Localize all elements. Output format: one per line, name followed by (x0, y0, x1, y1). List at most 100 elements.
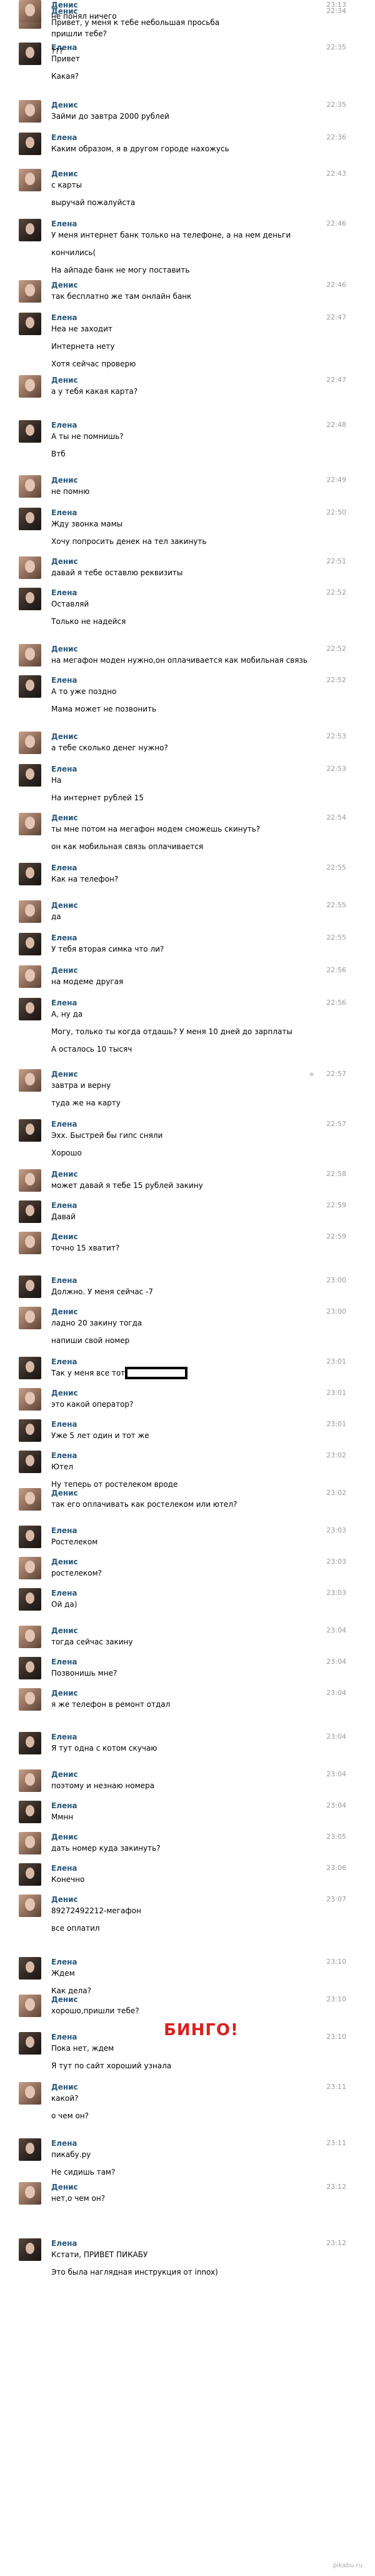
message-time[interactable]: 23:02 (326, 1451, 346, 1461)
message-time[interactable]: 22:47 (326, 375, 346, 385)
message-time[interactable]: 23:11 (326, 2082, 346, 2092)
avatar[interactable] (19, 1451, 41, 1473)
message-time[interactable]: 22:59 (326, 1200, 346, 1210)
message-time[interactable]: 22:46 (326, 280, 346, 290)
message-time[interactable]: 23:12 (326, 2238, 346, 2248)
avatar[interactable] (19, 1588, 41, 1611)
avatar[interactable] (19, 1119, 41, 1142)
avatar[interactable] (19, 508, 41, 530)
message-author[interactable]: Денис (51, 1832, 78, 1842)
message-author[interactable]: Денис (51, 1232, 78, 1242)
avatar[interactable] (19, 2032, 41, 2055)
message-time[interactable]: 22:50 (326, 508, 346, 518)
message-time[interactable]: 22:54 (326, 813, 346, 823)
avatar[interactable] (19, 675, 41, 698)
message-time[interactable]: 23:00 (326, 1275, 346, 1285)
message-author[interactable]: Елена (51, 1957, 78, 1967)
message-time[interactable]: 22:35 (326, 100, 346, 110)
message-author[interactable]: Елена (51, 1588, 78, 1598)
avatar[interactable] (19, 375, 41, 398)
message-time[interactable]: 23:03 (326, 1588, 346, 1598)
avatar[interactable] (19, 1801, 41, 1823)
message-author[interactable]: Елена (51, 2138, 78, 2148)
avatar[interactable] (19, 219, 41, 241)
avatar[interactable] (19, 1863, 41, 1886)
avatar[interactable] (19, 1232, 41, 1254)
avatar[interactable] (19, 933, 41, 955)
message-author[interactable]: Денис (51, 2182, 78, 2192)
message-time[interactable]: 23:10 (326, 1957, 346, 1967)
avatar[interactable] (19, 813, 41, 835)
message-author[interactable]: Денис (51, 556, 78, 566)
message-time[interactable]: 23:00 (326, 1307, 346, 1317)
message-time[interactable]: 22:55 (326, 933, 346, 943)
message-time[interactable]: 23:01 (326, 1419, 346, 1429)
avatar[interactable] (19, 1957, 41, 1980)
message-time[interactable]: 23:10 (326, 1995, 346, 2005)
message-time[interactable]: 22:55 (326, 863, 346, 873)
message-author[interactable]: Елена (51, 2238, 78, 2248)
avatar[interactable] (19, 863, 41, 885)
message-time[interactable]: 23:01 (326, 1388, 346, 1398)
avatar[interactable] (19, 313, 41, 335)
message-time[interactable]: 22:36 (326, 133, 346, 143)
star-icon[interactable]: ★ (308, 1069, 315, 1079)
message-author[interactable]: Денис (51, 1307, 78, 1317)
avatar[interactable] (19, 1769, 41, 1792)
message-time[interactable]: 22:52 (326, 588, 346, 598)
message-time[interactable]: 23:13 (326, 0, 346, 10)
message-author[interactable]: Денис (51, 900, 78, 910)
avatar[interactable] (19, 764, 41, 787)
message-time[interactable]: 23:04 (326, 1688, 346, 1698)
message-author[interactable]: Елена (51, 1526, 78, 1536)
avatar[interactable] (19, 965, 41, 988)
message-time[interactable]: 22:46 (326, 219, 346, 229)
message-time[interactable]: 22:52 (326, 644, 346, 654)
message-author[interactable]: Елена (51, 1451, 78, 1461)
avatar[interactable] (19, 1688, 41, 1711)
avatar[interactable] (19, 644, 41, 667)
message-author[interactable]: Елена (51, 1732, 78, 1742)
message-author[interactable]: Денис (51, 644, 78, 654)
avatar[interactable] (19, 1419, 41, 1442)
message-time[interactable]: 23:04 (326, 1626, 346, 1636)
avatar[interactable] (19, 588, 41, 610)
message-author[interactable]: Елена (51, 588, 78, 598)
avatar[interactable] (19, 1626, 41, 1648)
message-time[interactable]: 23:05 (326, 1832, 346, 1842)
message-time[interactable]: 23:11 (326, 2138, 346, 2148)
message-author[interactable]: Денис (51, 813, 78, 823)
message-author[interactable]: Денис (51, 280, 78, 290)
avatar[interactable] (19, 556, 41, 579)
avatar[interactable] (19, 900, 41, 923)
message-author[interactable]: Денис (51, 0, 78, 10)
message-author[interactable]: Денис (51, 100, 78, 110)
avatar[interactable] (19, 1488, 41, 1511)
avatar[interactable] (19, 1657, 41, 1679)
message-author[interactable]: Елена (51, 998, 78, 1008)
message-time[interactable]: 23:04 (326, 1769, 346, 1779)
message-time[interactable]: 23:10 (326, 2032, 346, 2042)
message-time[interactable]: 22:58 (326, 1169, 346, 1179)
avatar[interactable] (19, 2238, 41, 2261)
avatar[interactable] (19, 420, 41, 443)
message-author[interactable]: Елена (51, 1357, 78, 1367)
avatar[interactable] (19, 133, 41, 155)
message-time[interactable]: 23:04 (326, 1732, 346, 1742)
avatar[interactable] (19, 1275, 41, 1298)
message-author[interactable]: Елена (51, 764, 78, 774)
message-author[interactable]: Денис (51, 1069, 78, 1079)
message-author[interactable]: Елена (51, 313, 78, 323)
message-time[interactable]: 22:53 (326, 764, 346, 774)
message-author[interactable]: Елена (51, 1275, 78, 1285)
avatar[interactable] (19, 1557, 41, 1579)
message-author[interactable]: Елена (51, 1200, 78, 1210)
message-time[interactable]: 22:57 (326, 1069, 346, 1079)
message-author[interactable]: Денис (51, 965, 78, 975)
avatar[interactable] (19, 1732, 41, 1754)
message-time[interactable]: 23:03 (326, 1557, 346, 1567)
avatar[interactable] (19, 998, 41, 1020)
avatar[interactable] (19, 1200, 41, 1223)
message-author[interactable]: Елена (51, 1419, 78, 1429)
message-author[interactable]: Денис (51, 1488, 78, 1498)
